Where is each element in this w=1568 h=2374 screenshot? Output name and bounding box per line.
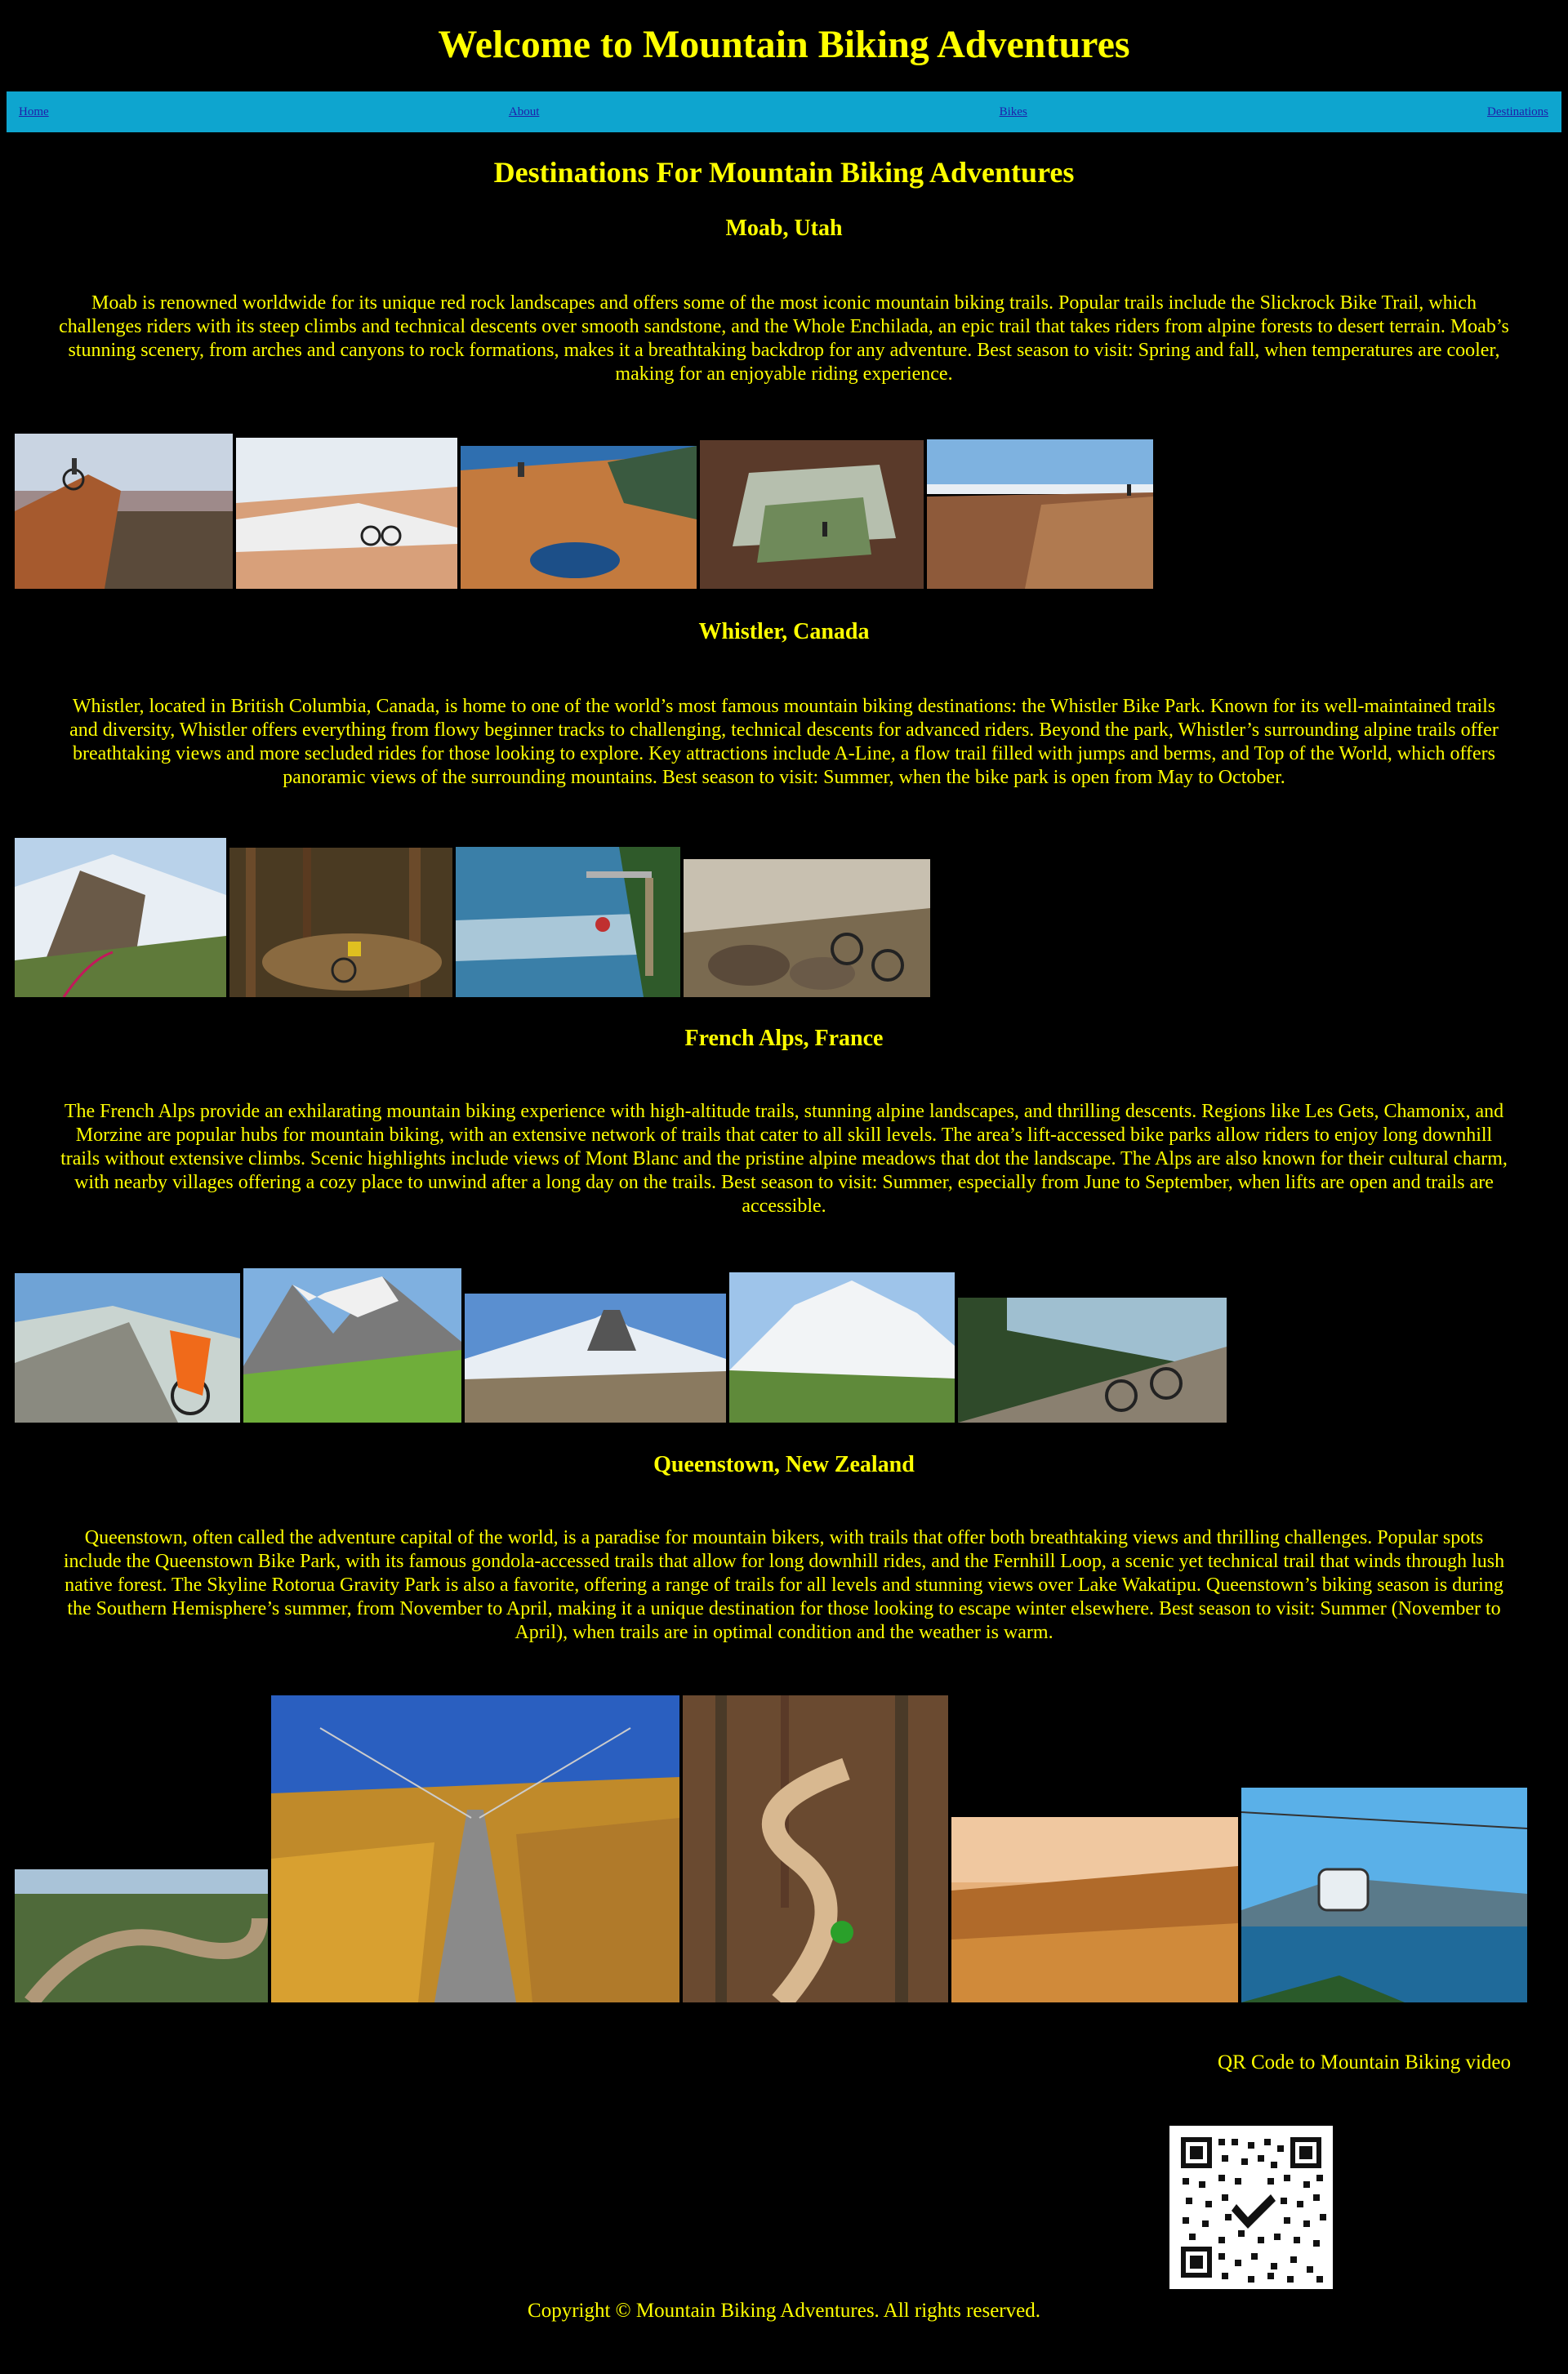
footer-copyright: Copyright © Mountain Biking Adventures. … bbox=[528, 2300, 1040, 2322]
queenstown-photo-forest-trail bbox=[683, 1695, 948, 2002]
section-title-whistler: Whistler, Canada bbox=[698, 619, 870, 644]
alps-photo-matterhorn bbox=[465, 1294, 726, 1423]
destinations-heading: Destinations For Mountain Biking Adventu… bbox=[493, 156, 1075, 189]
queenstown-photo-suspension-bridge bbox=[271, 1695, 679, 2002]
alps-photo-forest-descent bbox=[958, 1298, 1227, 1423]
section-title-moab: Moab, Utah bbox=[725, 216, 843, 241]
whistler-photo-forest-berm bbox=[229, 848, 452, 997]
whistler-photo-alpine-ridge bbox=[15, 838, 226, 997]
nav-link-bikes[interactable]: Bikes bbox=[1000, 105, 1027, 119]
nav-link-home[interactable]: Home bbox=[19, 105, 49, 119]
moab-photo-cliff-rider bbox=[15, 434, 233, 589]
alps-photo-mont-blanc bbox=[729, 1272, 955, 1423]
moab-photo-pothole bbox=[461, 446, 697, 589]
whistler-photo-lake-jump bbox=[456, 847, 680, 997]
main-nav: Home About Bikes Destinations bbox=[7, 91, 1561, 132]
queenstown-photo-gondola bbox=[1241, 1788, 1527, 2002]
whistler-photo-rock-garden bbox=[684, 859, 930, 997]
section-title-french-alps: French Alps, France bbox=[684, 1026, 884, 1051]
moab-photo-canyon-cave bbox=[700, 440, 924, 589]
section-text-whistler: Whistler, located in British Columbia, C… bbox=[69, 696, 1499, 788]
nav-link-about[interactable]: About bbox=[509, 105, 540, 119]
queenstown-photo-golden-hills bbox=[951, 1817, 1238, 2002]
moab-photo-canyon-overlook bbox=[927, 439, 1153, 589]
qr-code-graphic bbox=[1169, 2126, 1333, 2289]
page-title: Welcome to Mountain Biking Adventures bbox=[438, 23, 1130, 66]
section-title-queenstown: Queenstown, New Zealand bbox=[653, 1452, 915, 1477]
section-text-queenstown: Queenstown, often called the adventure c… bbox=[63, 1527, 1505, 1643]
moab-photo-snowy-slickrock bbox=[236, 438, 457, 589]
queenstown-photo-switchbacks bbox=[15, 1869, 268, 2002]
nav-link-destinations[interactable]: Destinations bbox=[1487, 105, 1548, 119]
section-text-moab: Moab is renowned worldwide for its uniqu… bbox=[59, 292, 1509, 385]
section-text-french-alps: The French Alps provide an exhilarating … bbox=[60, 1101, 1508, 1217]
qr-code-image[interactable] bbox=[1169, 2126, 1333, 2289]
alps-photo-peaks-meadow bbox=[243, 1268, 461, 1423]
qr-code-label: QR Code to Mountain Biking video bbox=[1217, 2051, 1511, 2073]
alps-photo-orange-bike bbox=[15, 1273, 240, 1423]
